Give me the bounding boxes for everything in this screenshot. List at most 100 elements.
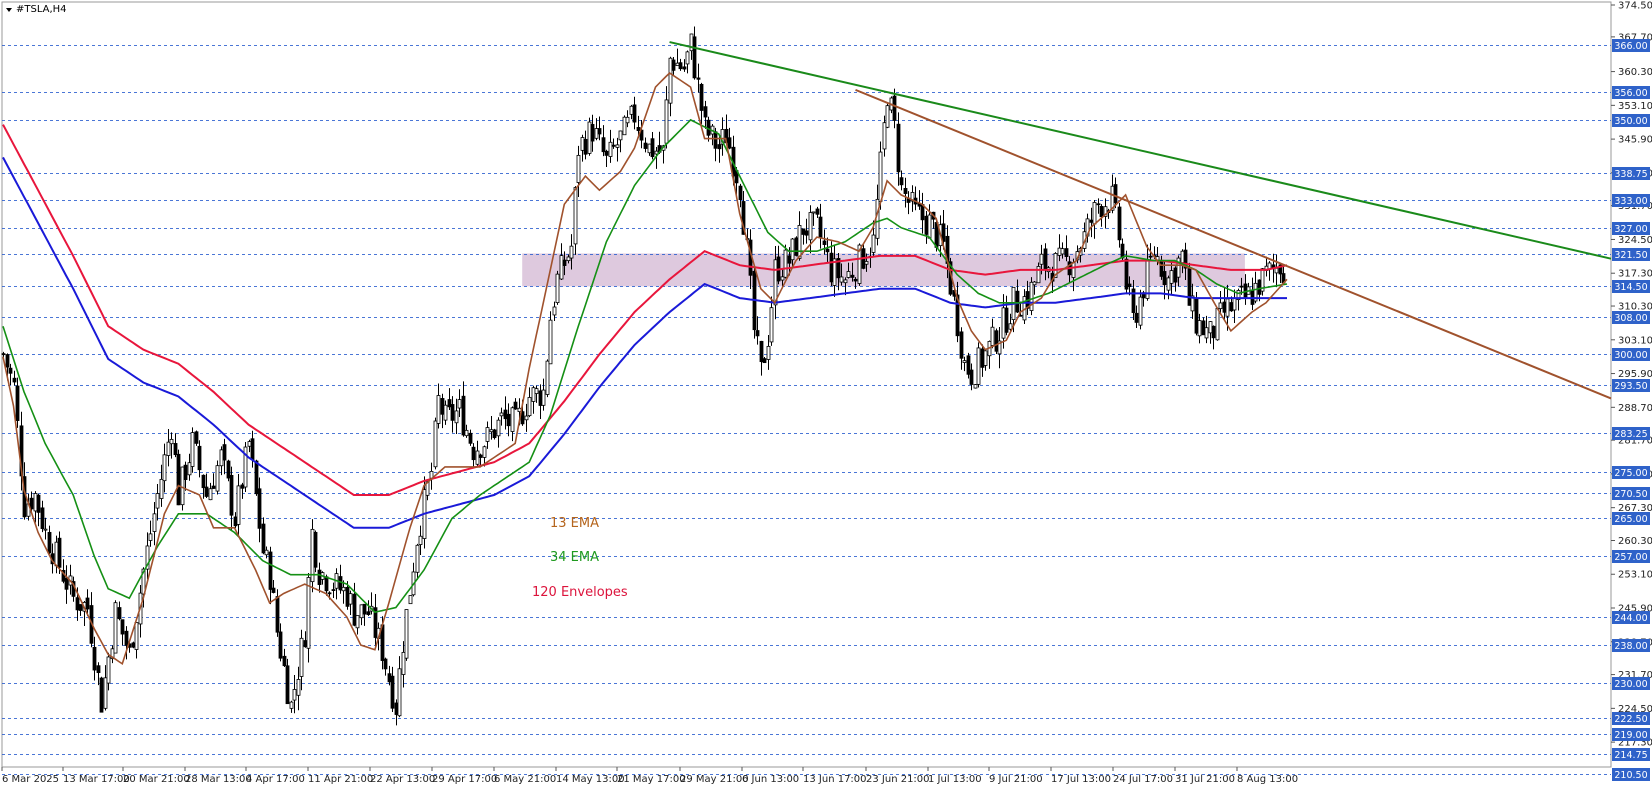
candle-body — [173, 443, 178, 456]
candle-body — [506, 413, 511, 427]
candle-body — [924, 215, 929, 235]
level-label: 356.00 — [1614, 88, 1647, 99]
candle-body — [941, 223, 946, 242]
level-label: 327.00 — [1614, 224, 1647, 235]
candle-body — [387, 673, 392, 683]
candle-body — [513, 401, 518, 410]
x-tick-label: 22 Apr 13:00 — [370, 774, 435, 785]
candle-body — [552, 306, 557, 316]
candle-body — [485, 427, 490, 442]
x-tick-label: 31 Jul 21:00 — [1175, 774, 1235, 785]
x-tick-label: 20 Mar 21:00 — [123, 774, 190, 785]
candle-body — [124, 630, 129, 646]
y-tick-label: 295.90 — [1618, 369, 1652, 380]
candle-body — [261, 523, 266, 554]
candle-body — [1117, 206, 1122, 241]
candle-body — [1138, 296, 1143, 326]
candle-body — [808, 212, 813, 241]
candle-body — [1169, 270, 1174, 284]
candle-body — [871, 234, 876, 253]
candle-body — [829, 252, 834, 283]
candle-body — [1113, 184, 1118, 204]
candle-body — [983, 350, 988, 366]
candle-body — [222, 444, 227, 461]
candle-body — [275, 596, 280, 633]
candle-body — [1162, 271, 1167, 285]
candle-body — [47, 531, 52, 554]
candle-body — [1089, 219, 1094, 223]
candle-body — [1180, 250, 1185, 264]
level-label: 350.00 — [1614, 116, 1647, 127]
candle-body — [717, 144, 722, 150]
candle-body — [962, 360, 967, 363]
level-label: 321.50 — [1614, 250, 1647, 261]
legend-ema13: 13 EMA — [550, 516, 599, 531]
candle-body — [40, 507, 45, 529]
candle-body — [1032, 281, 1037, 286]
candle-body — [43, 528, 48, 531]
candle-body — [117, 607, 122, 620]
candle-body — [1243, 283, 1248, 298]
candle-body — [254, 460, 259, 495]
candle-body — [197, 445, 202, 471]
candle-body — [99, 677, 104, 713]
level-label: 308.00 — [1614, 313, 1647, 324]
candle-body — [559, 255, 564, 280]
candle-body — [1208, 321, 1213, 334]
candle-body — [699, 83, 704, 111]
candle-body — [1215, 307, 1220, 341]
price-chart[interactable]: 374.50367.70360.30353.10345.90338.70331.… — [0, 0, 1652, 787]
candle-body — [162, 454, 167, 482]
candle-body — [685, 51, 690, 65]
candle-body — [1124, 258, 1129, 290]
candle-body — [219, 449, 224, 467]
level-label: 230.00 — [1614, 679, 1647, 690]
x-tick-label: 4 Apr 17:00 — [246, 774, 305, 785]
candle-body — [443, 404, 448, 421]
candle-body — [597, 128, 602, 135]
candle-body — [811, 211, 816, 214]
candle-body — [345, 586, 350, 607]
candle-body — [892, 95, 897, 121]
candle-body — [250, 438, 255, 461]
level-label: 222.50 — [1614, 714, 1647, 725]
candle-body — [289, 701, 294, 709]
candle-body — [471, 446, 476, 461]
level-label: 300.00 — [1614, 350, 1647, 361]
candle-body — [583, 138, 588, 155]
candle-body — [1204, 327, 1209, 339]
candle-body — [541, 389, 546, 406]
legend-ema34: 34 EMA — [550, 550, 599, 565]
candle-body — [226, 460, 231, 479]
candle-body — [538, 390, 543, 406]
candle-body — [215, 465, 220, 492]
candle-body — [1001, 307, 1006, 339]
candle-body — [1239, 285, 1244, 288]
level-label: 210.50 — [1614, 770, 1647, 781]
candle-body — [496, 419, 501, 437]
candle-body — [120, 619, 125, 635]
candle-body — [969, 369, 974, 385]
legend-envelopes: 120 Envelopes — [532, 585, 628, 600]
candle-body — [415, 544, 420, 573]
candle-body — [208, 488, 213, 501]
candle-body — [678, 62, 683, 70]
candle-body — [903, 188, 908, 194]
candle-body — [727, 137, 732, 149]
candle-body — [555, 273, 560, 304]
level-label: 338.75 — [1614, 169, 1647, 180]
candle-body — [1099, 205, 1104, 218]
candle-body — [864, 261, 869, 265]
candle-body — [650, 138, 655, 158]
candle-body — [299, 637, 304, 677]
y-tick-label: 324.50 — [1618, 235, 1652, 246]
candle-body — [966, 355, 971, 375]
candle-body — [327, 592, 332, 595]
candle-body — [1187, 268, 1192, 306]
x-tick-label: 21 May 17:00 — [617, 774, 686, 785]
candle-body — [187, 462, 192, 476]
candle-body — [569, 245, 574, 259]
candle-body — [818, 216, 823, 239]
candle-body — [510, 407, 515, 432]
candle-body — [176, 453, 181, 506]
